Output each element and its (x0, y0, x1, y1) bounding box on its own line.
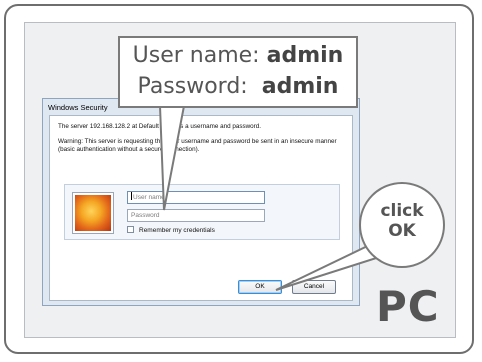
dialog-title: Windows Security (48, 103, 108, 112)
ok-button[interactable]: OK (238, 280, 282, 294)
warning-message: Warning: This server is requesting that … (58, 138, 337, 153)
remember-credentials-option[interactable]: Remember my credentials (127, 226, 215, 235)
password-input[interactable]: Password (127, 209, 265, 222)
cancel-button[interactable]: Cancel (292, 280, 336, 294)
password-hint-label: Password: (137, 74, 248, 99)
username-input[interactable]: User name (127, 191, 265, 204)
password-placeholder: Password (131, 212, 160, 219)
remember-label: Remember my credentials (139, 227, 215, 234)
username-hint: User name: admin (120, 43, 356, 68)
text-caret (131, 192, 132, 200)
click-hint-line1: click (380, 201, 424, 221)
click-ok-hint: click OK (359, 182, 445, 268)
credentials-callout: User name: admin Password: admin (118, 36, 358, 108)
tutorial-stage: Windows Security The server 192.168.128.… (0, 0, 482, 362)
device-label: PC (376, 282, 440, 331)
click-hint-line2: OK (388, 221, 416, 241)
credential-panel: User name Password Remember my credentia… (64, 184, 340, 240)
server-message: The server 192.168.128.2 at Default requ… (58, 123, 262, 130)
password-hint-value: admin (261, 74, 339, 99)
password-hint: Password: admin (120, 74, 356, 99)
dialog-body: The server 192.168.128.2 at Default requ… (49, 115, 353, 301)
username-placeholder: User name (133, 194, 165, 201)
user-avatar-icon (73, 193, 113, 233)
username-hint-value: admin (266, 43, 344, 68)
username-hint-label: User name: (132, 43, 260, 68)
remember-checkbox[interactable] (127, 226, 134, 233)
windows-security-dialog: Windows Security The server 192.168.128.… (42, 98, 360, 306)
